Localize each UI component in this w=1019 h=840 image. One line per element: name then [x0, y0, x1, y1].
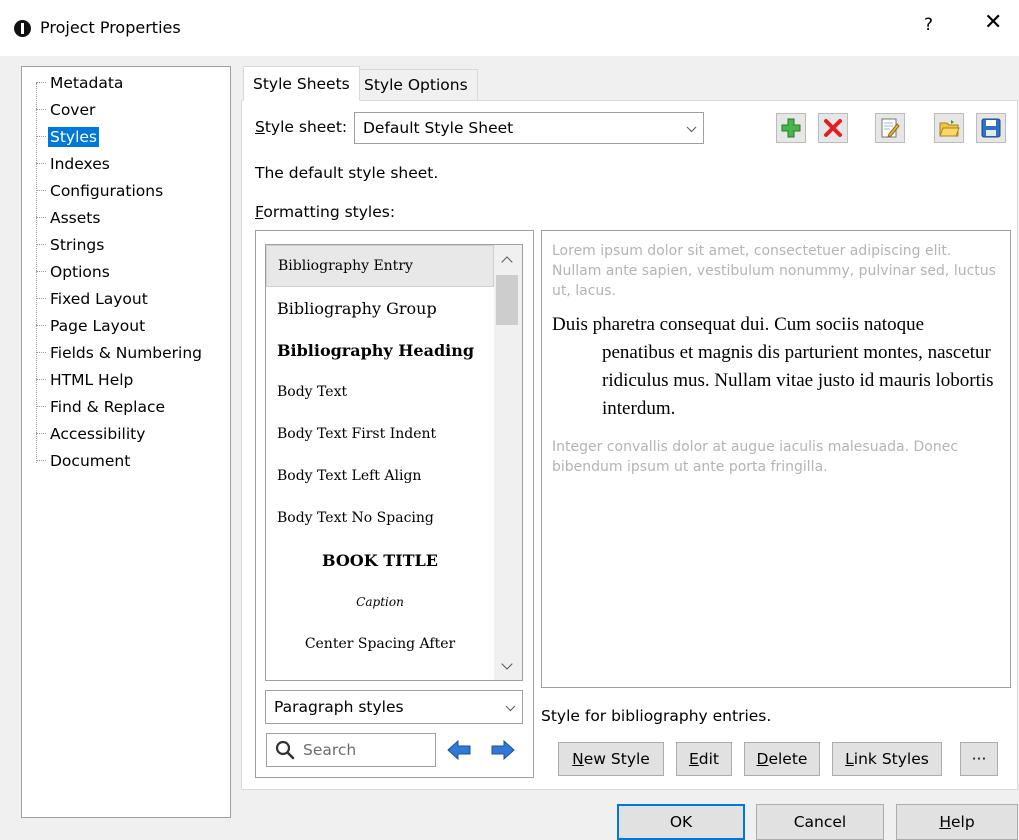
chevron-down-icon: [686, 122, 697, 133]
arrow-right-icon: [491, 739, 515, 761]
style-list-item-label: Body Text No Spacing: [277, 510, 434, 526]
delete-style-sheet-button[interactable]: [818, 113, 848, 143]
style-sheet-label: Style sheet:: [255, 118, 348, 136]
style-list-item[interactable]: Center Spacing After: [266, 623, 494, 665]
open-style-sheet-button[interactable]: [934, 113, 964, 143]
scroll-thumb[interactable]: [496, 275, 518, 325]
open-folder-icon: [939, 120, 960, 137]
style-type-select[interactable]: Paragraph styles: [265, 690, 523, 724]
new-style-button[interactable]: New Style: [558, 742, 664, 776]
edit-style-button[interactable]: Edit: [676, 742, 732, 776]
style-list-item-label: Caption: [356, 595, 404, 609]
previous-style-button[interactable]: [446, 738, 472, 762]
tree-item-cover[interactable]: Cover: [36, 97, 97, 122]
style-list-item-label: Center Spacing After: [304, 636, 456, 652]
preview-before-text: Lorem ipsum dolor sit amet, consectetuer…: [552, 243, 996, 299]
style-sheet-select[interactable]: Default Style Sheet: [354, 112, 704, 144]
link-styles-button[interactable]: Link Styles: [832, 742, 942, 776]
style-description: Style for bibliography entries.: [541, 707, 772, 725]
tree-item-configurations[interactable]: Configurations: [36, 178, 165, 203]
search-placeholder: Search: [303, 741, 357, 759]
style-list-item[interactable]: Caption: [266, 581, 494, 623]
tab-style-sheets[interactable]: Style Sheets: [243, 66, 360, 101]
style-list-item[interactable]: Body Text No Spacing: [266, 497, 494, 539]
style-list-item[interactable]: Body Text Left Align: [266, 455, 494, 497]
tree-item-fixed-layout[interactable]: Fixed Layout: [36, 286, 150, 311]
tree-item-assets[interactable]: Assets: [36, 205, 102, 230]
add-style-sheet-button[interactable]: [776, 113, 806, 143]
title-bar: Project Properties ? ✕: [0, 0, 1019, 56]
close-button[interactable]: ✕: [984, 12, 1002, 34]
tree-item-accessibility[interactable]: Accessibility: [36, 421, 147, 446]
style-preview: Lorem ipsum dolor sit amet, consectetuer…: [541, 230, 1011, 688]
tree-item-html-help[interactable]: HTML Help: [36, 367, 135, 392]
app-icon: [14, 20, 31, 37]
search-icon: [275, 740, 295, 760]
style-list-item[interactable]: Bibliography Entry: [266, 245, 494, 287]
red-x-icon: [824, 119, 842, 137]
preview-after-text: Integer convallis dolor at augue iaculis…: [552, 439, 959, 475]
tree-item-metadata[interactable]: Metadata: [36, 70, 125, 95]
preview-sample-text: Duis pharetra consequat dui. Cum sociis …: [552, 314, 994, 419]
style-type-value: Paragraph styles: [274, 698, 404, 716]
style-list-item-label: Body Text First Indent: [277, 426, 437, 442]
plus-icon: [781, 118, 801, 138]
formatting-styles-list[interactable]: Bibliography Entry Bibliography Group Bibl…: [265, 244, 523, 681]
style-list-item-label: Bibliography Group: [277, 298, 437, 318]
style-list-item[interactable]: Bibliography Heading: [266, 329, 494, 371]
ok-button[interactable]: OK: [617, 804, 745, 840]
tree-item-strings[interactable]: Strings: [36, 232, 106, 257]
category-tree: Metadata Cover Styles Indexes Configurat…: [21, 66, 231, 818]
help-title-button[interactable]: ?: [924, 15, 933, 35]
style-list-item[interactable]: Body Text: [266, 371, 494, 413]
window-title: Project Properties: [40, 18, 181, 37]
style-list-item[interactable]: Bibliography Group: [266, 287, 494, 329]
delete-style-button[interactable]: Delete: [744, 742, 820, 776]
save-style-sheet-button[interactable]: [976, 113, 1006, 143]
tree-item-find-replace[interactable]: Find & Replace: [36, 394, 167, 419]
style-list-item[interactable]: Body Text First Indent: [266, 413, 494, 455]
style-list-item-label: Bibliography Heading: [277, 340, 475, 360]
tree-item-styles[interactable]: Styles: [36, 124, 100, 149]
tree-item-options[interactable]: Options: [36, 259, 112, 284]
tree-item-indexes[interactable]: Indexes: [36, 151, 112, 176]
tree-item-document[interactable]: Document: [36, 448, 132, 473]
formatting-styles-label: Formatting styles:: [255, 203, 396, 221]
next-style-button[interactable]: [490, 738, 516, 762]
cancel-button[interactable]: Cancel: [756, 804, 884, 840]
style-list-item-label: Body Text: [277, 384, 348, 400]
styles-scrollbar[interactable]: [494, 245, 522, 680]
tree-item-page-layout[interactable]: Page Layout: [36, 313, 147, 338]
search-input[interactable]: Search: [266, 733, 436, 767]
style-list-item-label: Bibliography Entry: [278, 258, 413, 274]
style-list-item-label: BOOK TITLE: [322, 550, 438, 570]
style-list-item-label: Body Text Left Align: [277, 468, 422, 484]
style-sheet-description: The default style sheet.: [255, 164, 439, 182]
scroll-down-button[interactable]: [494, 657, 522, 677]
tree-item-fields-numbering[interactable]: Fields & Numbering: [36, 340, 204, 365]
tab-style-options[interactable]: Style Options: [354, 69, 478, 101]
more-options-button[interactable]: ···: [960, 742, 998, 776]
save-disk-icon: [981, 118, 1001, 138]
help-button[interactable]: Help: [896, 804, 1018, 840]
style-sheet-value: Default Style Sheet: [363, 119, 514, 137]
edit-document-icon: [881, 118, 900, 138]
edit-style-sheet-button[interactable]: [875, 113, 905, 143]
style-list-item[interactable]: BOOK TITLE: [266, 539, 494, 581]
arrow-left-icon: [447, 739, 471, 761]
chevron-down-icon: [505, 701, 516, 712]
scroll-up-button[interactable]: [494, 249, 522, 269]
